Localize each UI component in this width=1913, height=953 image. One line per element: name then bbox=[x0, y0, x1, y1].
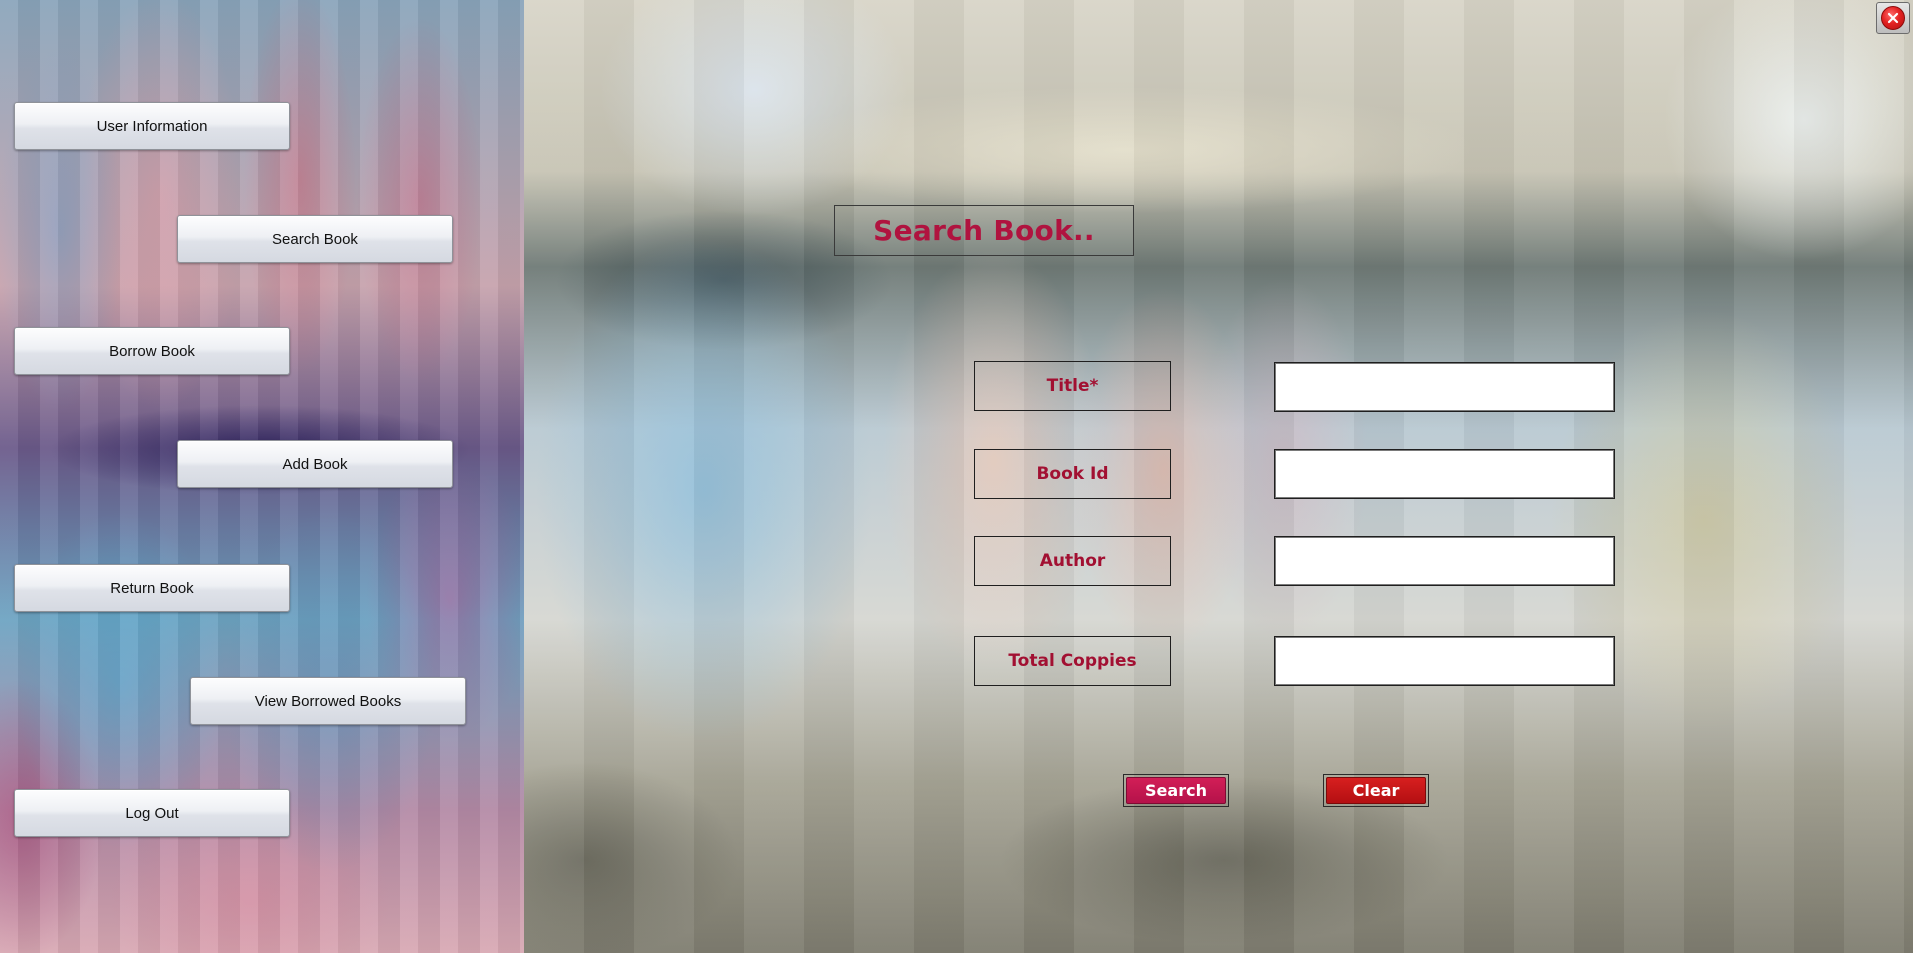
user-information-button[interactable]: User Information bbox=[14, 102, 290, 150]
total-copies-label: Total Coppies bbox=[974, 636, 1171, 686]
view-borrowed-books-button[interactable]: View Borrowed Books bbox=[190, 677, 466, 725]
title-label: Title* bbox=[974, 361, 1171, 411]
return-book-button[interactable]: Return Book bbox=[14, 564, 290, 612]
book-id-input[interactable] bbox=[1274, 449, 1615, 499]
author-label: Author bbox=[974, 536, 1171, 586]
log-out-button[interactable]: Log Out bbox=[14, 789, 290, 837]
close-button[interactable] bbox=[1876, 2, 1910, 34]
search-book-button[interactable]: Search Book bbox=[177, 215, 453, 263]
close-icon bbox=[1881, 6, 1905, 30]
author-input[interactable] bbox=[1274, 536, 1615, 586]
main-panel bbox=[524, 0, 1913, 953]
add-book-button[interactable]: Add Book bbox=[177, 440, 453, 488]
total-copies-input[interactable] bbox=[1274, 636, 1615, 686]
title-input[interactable] bbox=[1274, 362, 1615, 412]
clear-button-label: Clear bbox=[1326, 777, 1426, 804]
borrow-book-button[interactable]: Borrow Book bbox=[14, 327, 290, 375]
search-book-window: User Information Search Book Borrow Book… bbox=[0, 0, 1913, 953]
search-button[interactable]: Search bbox=[1123, 774, 1229, 807]
search-button-label: Search bbox=[1126, 777, 1226, 804]
page-title: Search Book.. bbox=[834, 205, 1134, 256]
book-id-label: Book Id bbox=[974, 449, 1171, 499]
clear-button[interactable]: Clear bbox=[1323, 774, 1429, 807]
